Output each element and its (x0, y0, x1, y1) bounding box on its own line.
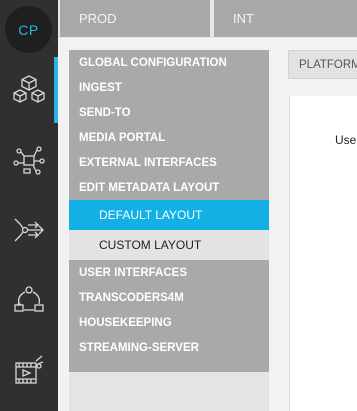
menu-item-housekeeping[interactable]: HOUSEKEEPING (69, 310, 269, 335)
menu-list-footer (69, 360, 269, 372)
environment-bar: PROD INT (58, 0, 357, 38)
menu-item-streaming-server[interactable]: STREAMING-SERVER (69, 335, 269, 360)
rail-item-workflow[interactable] (0, 267, 58, 333)
menu-item-external-interfaces[interactable]: EXTERNAL INTERFACES (69, 150, 269, 175)
menu-item-edit-metadata-layout[interactable]: EDIT METADATA LAYOUT (69, 175, 269, 200)
env-tab-int[interactable]: INT (214, 0, 357, 37)
app-root: CP PROD INT GLOBAL CONFIGURATION INGEST … (0, 0, 357, 411)
rail-item-integration[interactable] (0, 127, 58, 193)
env-tab-prod[interactable]: PROD (60, 0, 210, 37)
cube-network-icon (13, 75, 45, 103)
content-panel: Use (289, 96, 357, 411)
send-routing-icon (14, 218, 44, 242)
media-tools-icon (15, 355, 44, 384)
menu-item-global-configuration[interactable]: GLOBAL CONFIGURATION (69, 50, 269, 75)
tab-platform[interactable]: PLATFORM (288, 50, 357, 79)
logo-area: CP (0, 0, 58, 60)
menu-item-media-portal[interactable]: MEDIA PORTAL (69, 125, 269, 150)
rail-item-send-to[interactable] (0, 197, 58, 263)
rail-item-media[interactable] (0, 337, 58, 403)
menu-item-user-interfaces[interactable]: USER INTERFACES (69, 260, 269, 285)
submenu-item-default-layout[interactable]: DEFAULT LAYOUT (69, 200, 269, 230)
rail-item-configuration[interactable] (0, 57, 58, 123)
integration-flow-icon (13, 146, 45, 175)
icon-rail: CP (0, 0, 58, 411)
field-label-use: Use (335, 133, 357, 147)
menu-item-ingest[interactable]: INGEST (69, 75, 269, 100)
config-menu: GLOBAL CONFIGURATION INGEST SEND-TO MEDI… (69, 50, 269, 411)
menu-item-send-to[interactable]: SEND-TO (69, 100, 269, 125)
app-logo[interactable]: CP (5, 6, 52, 53)
config-menu-list: GLOBAL CONFIGURATION INGEST SEND-TO MEDI… (69, 50, 269, 372)
cycle-workflow-icon (14, 286, 44, 312)
submenu-item-custom-layout[interactable]: CUSTOM LAYOUT (69, 230, 269, 260)
menu-item-transcoders4m[interactable]: TRANSCODERS4M (69, 285, 269, 310)
